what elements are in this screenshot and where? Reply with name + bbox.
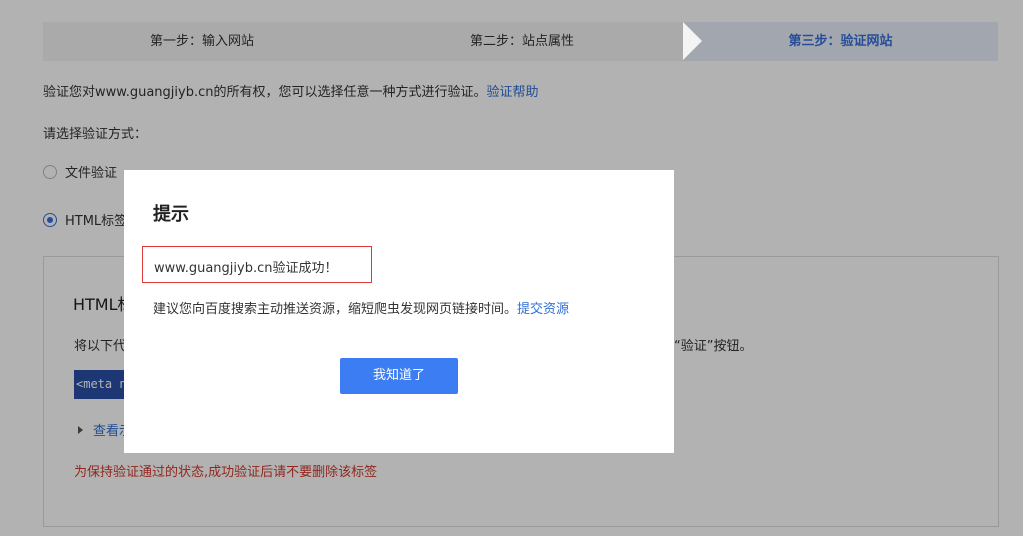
got-it-button[interactable]: 我知道了 — [340, 358, 458, 394]
dialog-title: 提示 — [153, 204, 189, 225]
tip-dialog: 提示 www.guangjiyb.cn验证成功！ 建议您向百度搜索主动推送资源，… — [124, 170, 674, 453]
push-suggestion-text: 建议您向百度搜索主动推送资源，缩短爬虫发现网页链接时间。 — [153, 302, 518, 317]
push-suggestion: 建议您向百度搜索主动推送资源，缩短爬虫发现网页链接时间。提交资源 — [153, 298, 569, 317]
submit-resource-link[interactable]: 提交资源 — [517, 302, 569, 317]
verify-success-message: www.guangjiyb.cn验证成功！ — [142, 246, 372, 283]
